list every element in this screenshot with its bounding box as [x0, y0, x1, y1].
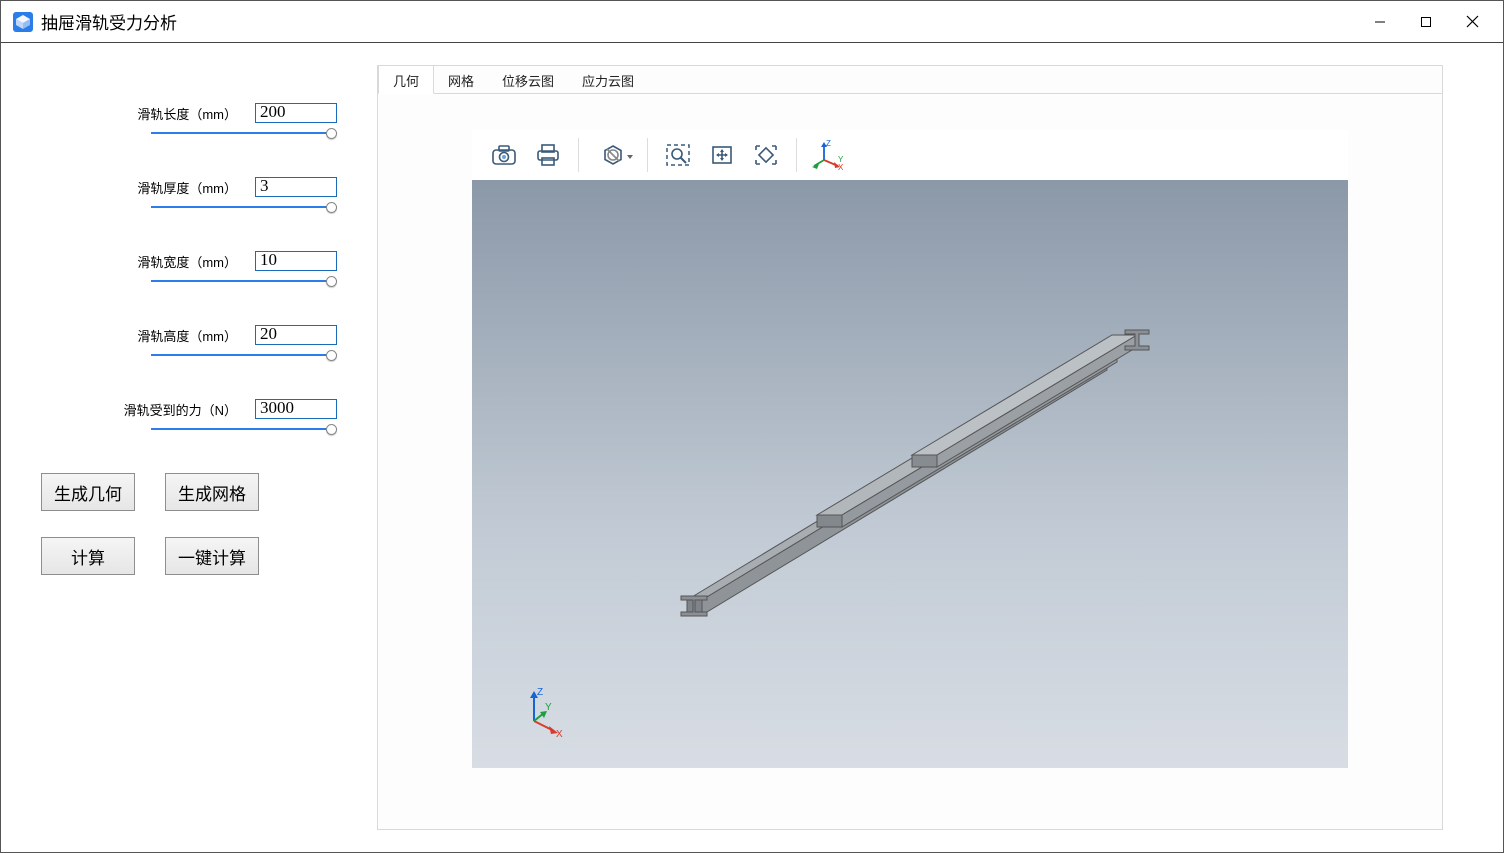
- shading-icon[interactable]: [587, 135, 639, 175]
- tab-geometry[interactable]: 几何: [378, 65, 434, 94]
- titlebar: 抽屉滑轨受力分析: [1, 1, 1503, 43]
- width-input[interactable]: 10: [255, 251, 337, 271]
- app-icon: [11, 10, 35, 34]
- param-label: 滑轨宽度（mm）: [137, 252, 237, 271]
- thickness-input[interactable]: 3: [255, 177, 337, 197]
- svg-text:Y: Y: [545, 702, 552, 713]
- param-label: 滑轨高度（mm）: [137, 326, 237, 345]
- content-frame: 几何 网格 位移云图 应力云图: [377, 65, 1443, 830]
- length-slider[interactable]: [151, 127, 337, 141]
- window-title: 抽屉滑轨受力分析: [41, 9, 177, 34]
- viewer-canvas[interactable]: Z Y X: [472, 180, 1348, 768]
- param-label: 滑轨受到的力（N）: [124, 400, 237, 419]
- tab-mesh[interactable]: 网格: [434, 66, 488, 93]
- param-width: 滑轨宽度（mm） 10: [41, 251, 337, 289]
- rail-model: [472, 180, 1348, 768]
- close-button[interactable]: [1449, 2, 1495, 42]
- svg-text:Z: Z: [537, 687, 543, 698]
- generate-mesh-button[interactable]: 生成网格: [165, 473, 259, 511]
- maximize-button[interactable]: [1403, 2, 1449, 42]
- length-input[interactable]: 200: [255, 103, 337, 123]
- svg-text:Z: Z: [826, 140, 831, 148]
- tab-displacement[interactable]: 位移云图: [488, 66, 568, 93]
- param-force: 滑轨受到的力（N） 3000: [41, 399, 337, 437]
- param-height: 滑轨高度（mm） 20: [41, 325, 337, 363]
- height-slider[interactable]: [151, 349, 337, 363]
- fit-view-icon[interactable]: [744, 135, 788, 175]
- thickness-slider[interactable]: [151, 201, 337, 215]
- tabs: 几何 网格 位移云图 应力云图: [378, 66, 1442, 94]
- viewer: Z Y X: [472, 130, 1348, 768]
- generate-geometry-button[interactable]: 生成几何: [41, 473, 135, 511]
- param-thickness: 滑轨厚度（mm） 3: [41, 177, 337, 215]
- svg-text:X: X: [556, 729, 563, 738]
- axis-triad-icon[interactable]: Z Y X: [805, 135, 849, 175]
- tab-stress[interactable]: 应力云图: [568, 66, 648, 93]
- zoom-area-icon[interactable]: [656, 135, 700, 175]
- force-input[interactable]: 3000: [255, 399, 337, 419]
- viewer-toolbar: Z Y X: [472, 130, 1348, 180]
- corner-axis-triad: Z Y X: [512, 683, 562, 733]
- param-label: 滑轨长度（mm）: [137, 104, 237, 123]
- calculate-button[interactable]: 计算: [41, 537, 135, 575]
- minimize-button[interactable]: [1357, 2, 1403, 42]
- force-slider[interactable]: [151, 423, 337, 437]
- svg-text:X: X: [838, 163, 844, 170]
- sidebar: 滑轨长度（mm） 200 滑轨厚度（mm） 3 滑轨宽度（mm） 10 滑轨高度…: [1, 43, 377, 852]
- width-slider[interactable]: [151, 275, 337, 289]
- camera-icon[interactable]: [482, 135, 526, 175]
- pan-icon[interactable]: [700, 135, 744, 175]
- param-length: 滑轨长度（mm） 200: [41, 103, 337, 141]
- param-label: 滑轨厚度（mm）: [137, 178, 237, 197]
- height-input[interactable]: 20: [255, 325, 337, 345]
- one-click-calculate-button[interactable]: 一键计算: [165, 537, 259, 575]
- print-icon[interactable]: [526, 135, 570, 175]
